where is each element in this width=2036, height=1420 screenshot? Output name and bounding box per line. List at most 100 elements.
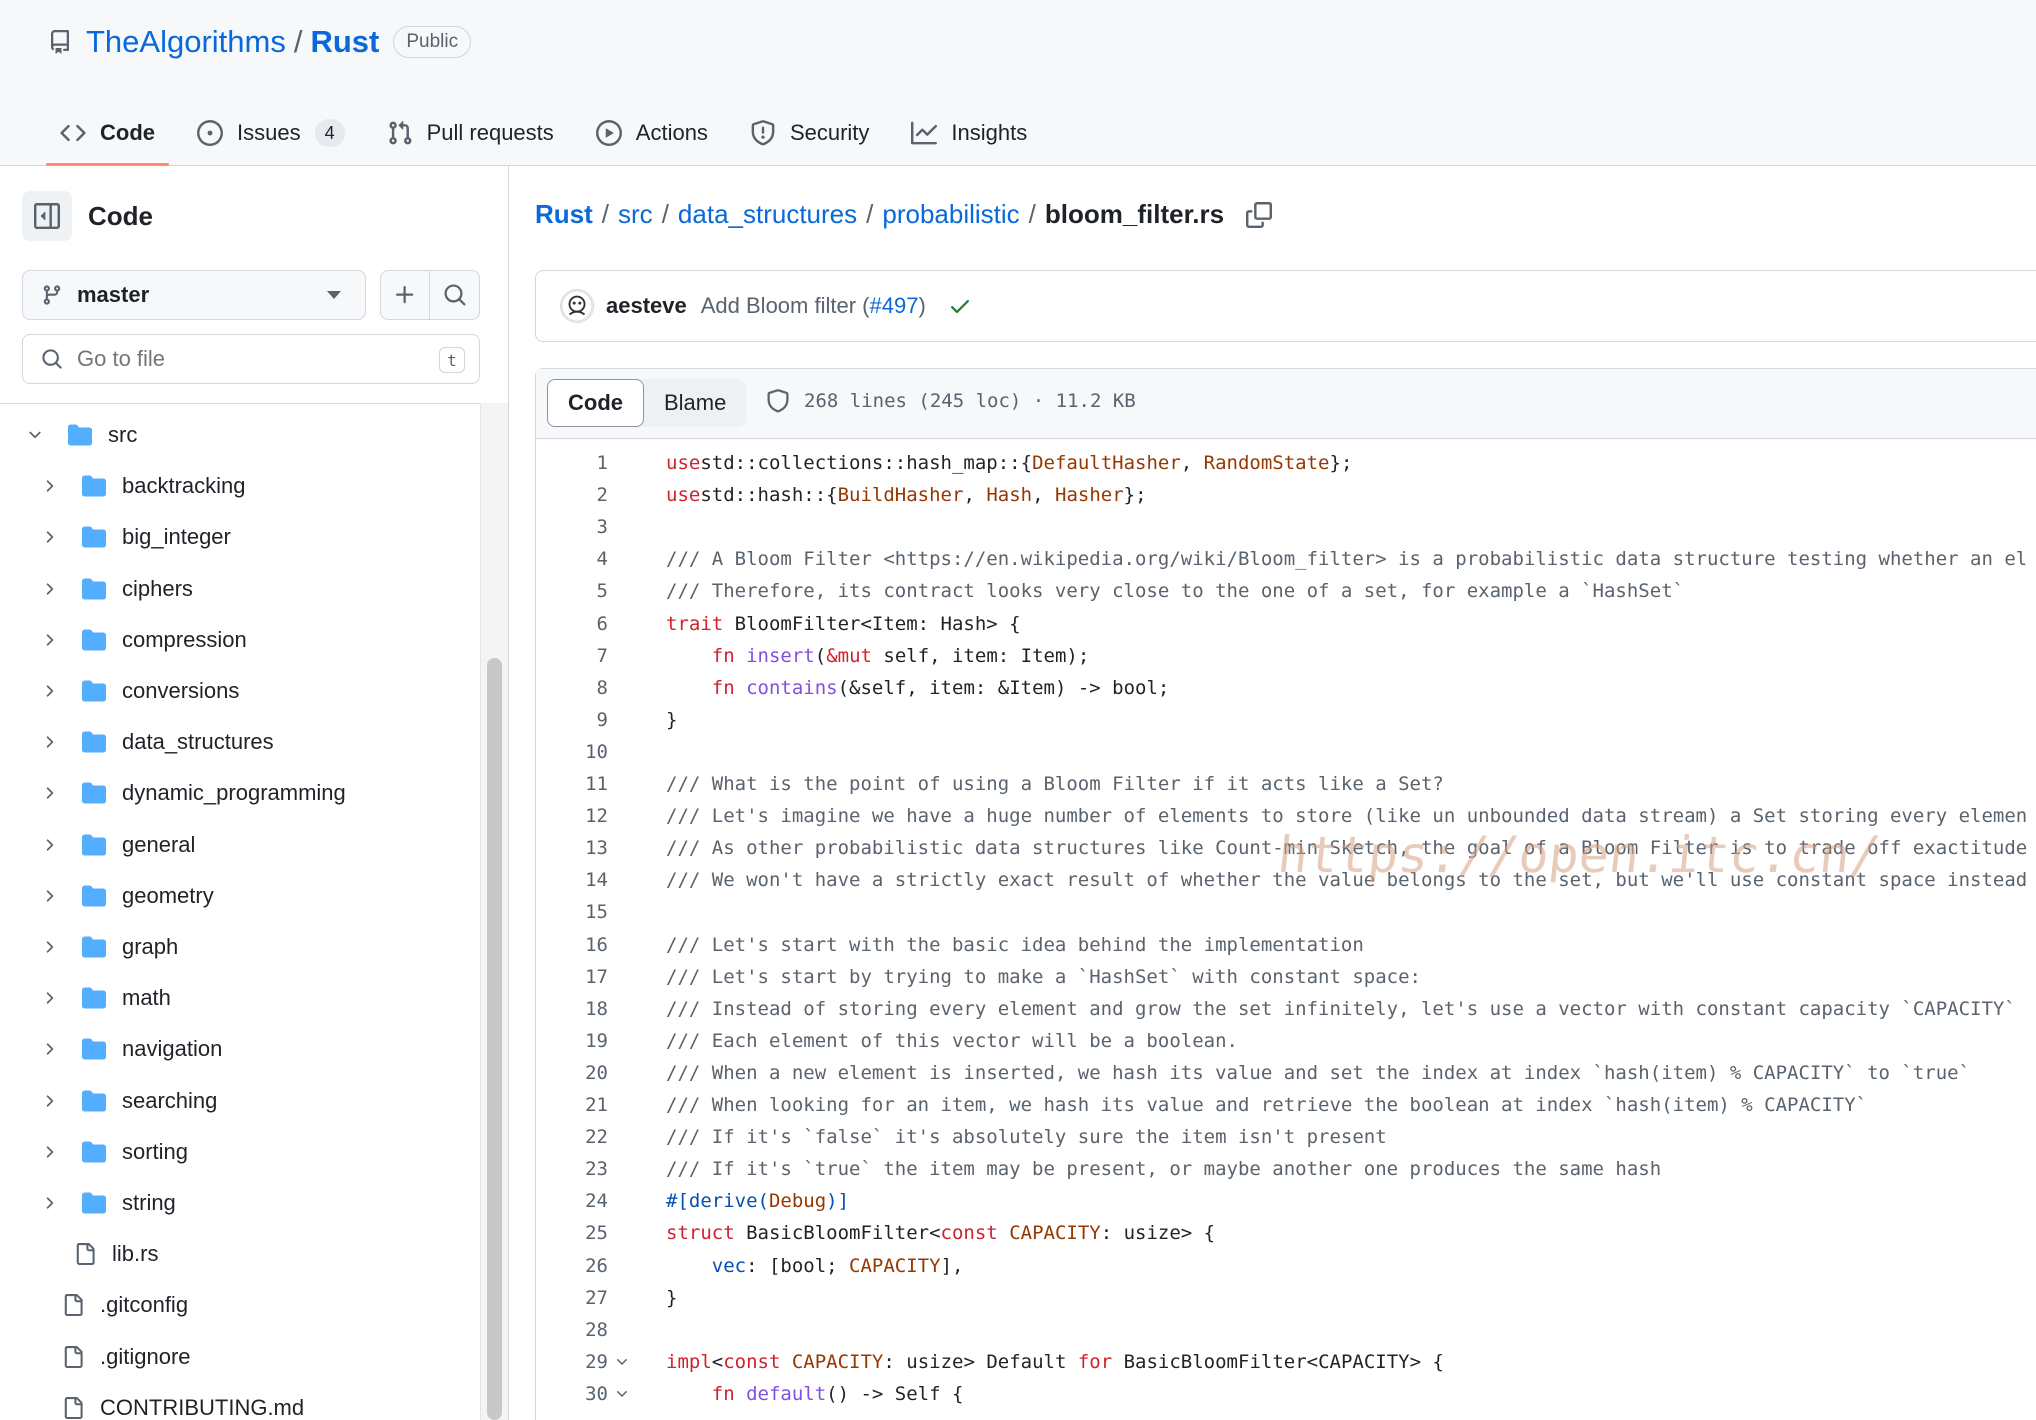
tree-folder-item[interactable]: searching: [40, 1080, 217, 1122]
line-number[interactable]: 18: [536, 998, 608, 1020]
tab-pull-requests[interactable]: Pull requests: [373, 104, 568, 162]
branch-selector[interactable]: master: [22, 270, 366, 320]
tab-security[interactable]: Security: [736, 104, 883, 162]
chevron-right-icon[interactable]: [40, 784, 58, 802]
tree-folder-item[interactable]: src: [26, 414, 137, 456]
breadcrumb-link[interactable]: data_structures: [678, 199, 857, 230]
line-number[interactable]: 4: [536, 548, 608, 570]
chevron-right-icon[interactable]: [40, 682, 58, 700]
line-number[interactable]: 27: [536, 1287, 608, 1309]
tree-file-item[interactable]: CONTRIBUTING.md: [62, 1387, 304, 1420]
tree-folder-item[interactable]: navigation: [40, 1028, 222, 1070]
code-viewer[interactable]: 1 usestd::collections::hash_map::{Default…: [536, 439, 2036, 1420]
add-file-button[interactable]: [380, 270, 430, 320]
tree-folder-item[interactable]: compression: [40, 619, 247, 661]
line-number[interactable]: 1: [536, 452, 608, 474]
chevron-right-icon[interactable]: [40, 836, 58, 854]
copy-icon[interactable]: [1246, 201, 1273, 228]
tree-folder-item[interactable]: string: [40, 1182, 176, 1224]
chevron-right-icon[interactable]: [40, 631, 58, 649]
line-number[interactable]: 9: [536, 709, 608, 731]
code-token: <: [711, 1350, 724, 1373]
tab-code[interactable]: Code: [46, 104, 169, 166]
line-number[interactable]: 14: [536, 869, 608, 891]
scrollbar-thumb[interactable]: [487, 658, 502, 1420]
chevron-right-icon[interactable]: [40, 938, 58, 956]
line-number[interactable]: 10: [536, 741, 608, 763]
line-number[interactable]: 3: [536, 516, 608, 538]
fold-chevron-icon[interactable]: [614, 1386, 630, 1402]
tab-actions[interactable]: Actions: [582, 104, 722, 162]
line-number[interactable]: 12: [536, 805, 608, 827]
line-number[interactable]: 22: [536, 1126, 608, 1148]
chevron-right-icon[interactable]: [40, 989, 58, 1007]
tree-folder-item[interactable]: math: [40, 977, 171, 1019]
line-number[interactable]: 11: [536, 773, 608, 795]
line-number[interactable]: 19: [536, 1030, 608, 1052]
chevron-down-icon[interactable]: [26, 426, 44, 444]
avatar[interactable]: [560, 289, 594, 323]
repo-name-link[interactable]: Rust: [310, 24, 379, 60]
commit-message[interactable]: Add Bloom filter (#497): [701, 293, 926, 319]
tree-folder-item[interactable]: sorting: [40, 1131, 188, 1173]
tree-file-item[interactable]: .gitignore: [62, 1336, 191, 1378]
chevron-right-icon[interactable]: [40, 528, 58, 546]
code-view-button[interactable]: Code: [547, 379, 644, 427]
tree-folder-item[interactable]: data_structures: [40, 721, 274, 763]
line-number[interactable]: 21: [536, 1094, 608, 1116]
tree-folder-item[interactable]: geometry: [40, 875, 214, 917]
folder-icon: [82, 1141, 106, 1163]
tree-folder-item[interactable]: backtracking: [40, 465, 246, 507]
tab-insights[interactable]: Insights: [897, 104, 1041, 162]
collapse-sidebar-button[interactable]: [22, 191, 72, 241]
line-number[interactable]: 7: [536, 645, 608, 667]
line-number[interactable]: 20: [536, 1062, 608, 1084]
go-to-file-field[interactable]: t: [22, 334, 480, 384]
line-number[interactable]: 29: [536, 1351, 608, 1373]
chevron-right-icon[interactable]: [40, 1092, 58, 1110]
line-number[interactable]: 24: [536, 1190, 608, 1212]
tree-folder-item[interactable]: dynamic_programming: [40, 772, 346, 814]
chevron-right-icon[interactable]: [40, 1143, 58, 1161]
tree-file-item[interactable]: .gitconfig: [62, 1284, 188, 1326]
tree-folder-item[interactable]: graph: [40, 926, 178, 968]
chevron-right-icon[interactable]: [40, 1194, 58, 1212]
code-line: 5 /// Therefore, its contract looks very …: [536, 575, 2036, 607]
fold-chevron-icon[interactable]: [614, 1354, 630, 1370]
breadcrumb-link[interactable]: src: [618, 199, 653, 230]
check-icon[interactable]: [948, 294, 972, 318]
breadcrumb-repo-link[interactable]: Rust: [535, 199, 593, 230]
pull-request-link[interactable]: #497: [869, 293, 918, 318]
line-number[interactable]: 17: [536, 966, 608, 988]
tree-folder-item[interactable]: big_integer: [40, 516, 231, 558]
line-number[interactable]: 16: [536, 934, 608, 956]
line-number[interactable]: 30: [536, 1383, 608, 1405]
line-number[interactable]: 23: [536, 1158, 608, 1180]
breadcrumb-link[interactable]: probabilistic: [882, 199, 1019, 230]
tree-folder-item[interactable]: general: [40, 824, 195, 866]
line-number[interactable]: 15: [536, 901, 608, 923]
commit-author-link[interactable]: aesteve: [606, 293, 687, 319]
line-number[interactable]: 5: [536, 580, 608, 602]
tree-file-item[interactable]: lib.rs: [74, 1233, 158, 1275]
chevron-right-icon[interactable]: [40, 477, 58, 495]
sidebar-scrollbar[interactable]: [480, 403, 508, 1420]
chevron-right-icon[interactable]: [40, 733, 58, 751]
tab-issues[interactable]: Issues 4: [183, 104, 359, 162]
go-to-file-input[interactable]: [77, 346, 437, 372]
line-number[interactable]: 6: [536, 613, 608, 635]
line-number[interactable]: 2: [536, 484, 608, 506]
chevron-right-icon[interactable]: [40, 887, 58, 905]
tree-folder-item[interactable]: conversions: [40, 670, 239, 712]
line-number[interactable]: 25: [536, 1222, 608, 1244]
chevron-right-icon[interactable]: [40, 1040, 58, 1058]
search-code-button[interactable]: [430, 270, 480, 320]
blame-view-button[interactable]: Blame: [644, 379, 746, 427]
repo-owner-link[interactable]: TheAlgorithms: [86, 24, 286, 60]
line-number[interactable]: 26: [536, 1255, 608, 1277]
chevron-right-icon[interactable]: [40, 580, 58, 598]
line-number[interactable]: 13: [536, 837, 608, 859]
line-number[interactable]: 28: [536, 1319, 608, 1341]
tree-folder-item[interactable]: ciphers: [40, 568, 193, 610]
line-number[interactable]: 8: [536, 677, 608, 699]
